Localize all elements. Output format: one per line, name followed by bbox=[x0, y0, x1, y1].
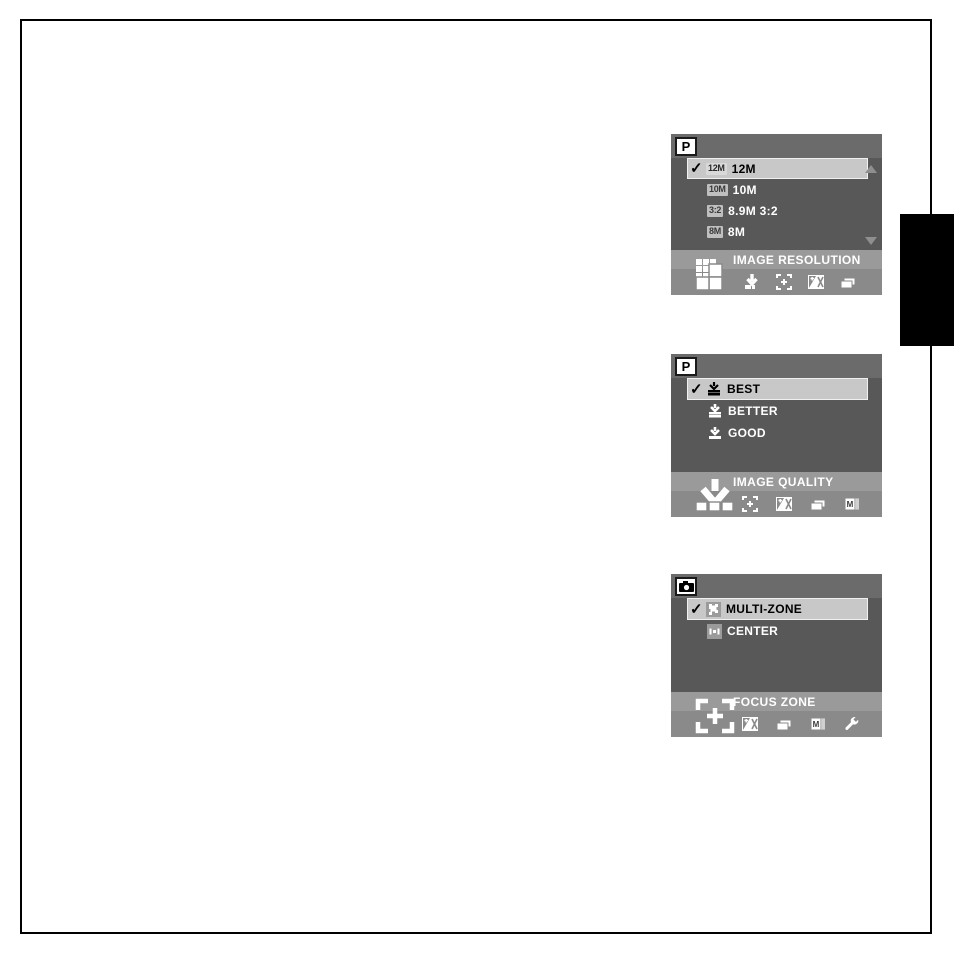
checkmark-icon: ✓ bbox=[690, 600, 703, 618]
resolution-chip-icon: 10M bbox=[707, 183, 728, 196]
panel-title: FOCUS ZONE bbox=[733, 694, 816, 709]
exposure-compensation-icon[interactable] bbox=[741, 715, 759, 733]
multi-zone-icon bbox=[706, 601, 721, 617]
list-item-label: 8M bbox=[727, 224, 746, 239]
list-item-label: CENTER bbox=[727, 624, 779, 638]
quality-best-icon bbox=[706, 381, 722, 397]
scroll-down-arrow-icon[interactable] bbox=[865, 237, 877, 245]
lcd-header: P bbox=[671, 354, 882, 378]
resolution-chip-icon: 12M bbox=[706, 162, 727, 175]
list-item[interactable]: CENTER bbox=[689, 620, 866, 642]
svg-text:M: M bbox=[847, 500, 854, 509]
setup-wrench-icon[interactable] bbox=[843, 715, 861, 733]
lcd-panel-image-quality: P ✓ BEST BETTER GOOD IMAGE QUALITY M bbox=[671, 354, 882, 517]
checkmark-icon: ✓ bbox=[690, 380, 703, 398]
exposure-compensation-icon[interactable] bbox=[775, 495, 793, 513]
manual-pages-icon[interactable]: M bbox=[843, 495, 861, 513]
burst-frames-icon[interactable] bbox=[775, 715, 793, 733]
list-item[interactable]: ✓ MULTI-ZONE bbox=[687, 598, 868, 620]
lcd-toolbar bbox=[671, 259, 882, 295]
option-list: ✓ BEST BETTER GOOD bbox=[671, 378, 882, 472]
letter-p-badge: P bbox=[675, 137, 697, 156]
list-item-label: 12M bbox=[731, 161, 756, 176]
lcd-toolbar: M bbox=[671, 479, 882, 517]
manual-pages-icon[interactable]: M bbox=[809, 715, 827, 733]
toolbar-icon-group bbox=[743, 273, 857, 291]
focus-zone-bracket-plus-icon[interactable] bbox=[693, 695, 737, 735]
lcd-header: P bbox=[671, 134, 882, 158]
image-quality-arrow-icon[interactable] bbox=[743, 273, 761, 291]
camera-badge bbox=[675, 577, 697, 596]
image-resolution-grid-icon[interactable] bbox=[693, 253, 737, 293]
focus-zone-bracket-icon[interactable] bbox=[741, 495, 759, 513]
page-side-tab bbox=[900, 214, 954, 346]
checkmark-icon: ✓ bbox=[690, 160, 703, 177]
list-item[interactable]: BETTER bbox=[689, 400, 866, 422]
list-item[interactable]: GOOD bbox=[689, 422, 866, 444]
lcd-panel-image-resolution: P ✓ 12M 12M 10M 10M 3:2 8.9M 3:2 8M 8M I… bbox=[671, 134, 882, 295]
svg-text:M: M bbox=[813, 720, 820, 729]
exposure-compensation-icon[interactable] bbox=[807, 273, 825, 291]
list-item[interactable]: ✓ 12M 12M bbox=[687, 158, 868, 179]
list-item[interactable]: 10M 10M bbox=[689, 179, 866, 200]
list-item[interactable]: 8M 8M bbox=[689, 221, 866, 242]
panel-title: IMAGE QUALITY bbox=[733, 474, 834, 489]
list-item-label: BETTER bbox=[728, 404, 778, 418]
panel-title: IMAGE RESOLUTION bbox=[733, 252, 861, 267]
toolbar-icon-group: M bbox=[741, 495, 861, 513]
focus-zone-bracket-icon[interactable] bbox=[775, 273, 793, 291]
list-item[interactable]: ✓ BEST bbox=[687, 378, 868, 400]
image-quality-arrow-bars-icon[interactable] bbox=[693, 475, 737, 515]
lcd-header bbox=[671, 574, 882, 598]
center-zone-icon bbox=[707, 623, 722, 639]
scroll-up-arrow-icon[interactable] bbox=[865, 165, 877, 173]
list-item[interactable]: 3:2 8.9M 3:2 bbox=[689, 200, 866, 221]
list-item-label: MULTI-ZONE bbox=[726, 602, 803, 616]
list-item-label: 10M bbox=[732, 182, 757, 197]
lcd-toolbar: M bbox=[671, 698, 882, 737]
list-item-label: GOOD bbox=[728, 426, 766, 440]
burst-frames-icon[interactable] bbox=[839, 273, 857, 291]
toolbar-icon-group: M bbox=[741, 715, 861, 733]
resolution-chip-icon: 8M bbox=[707, 225, 723, 238]
letter-p-badge: P bbox=[675, 357, 697, 376]
list-item-label: BEST bbox=[727, 382, 761, 396]
quality-better-icon bbox=[707, 403, 723, 419]
option-list: ✓ MULTI-ZONE CENTER bbox=[671, 598, 882, 692]
burst-frames-icon[interactable] bbox=[809, 495, 827, 513]
list-item-label: 8.9M 3:2 bbox=[728, 203, 778, 218]
resolution-chip-icon: 3:2 bbox=[707, 204, 724, 217]
option-list: ✓ 12M 12M 10M 10M 3:2 8.9M 3:2 8M 8M bbox=[671, 158, 882, 250]
lcd-panel-focus-zone: ✓ MULTI-ZONE CENTER FOCUS ZONE M bbox=[671, 574, 882, 737]
quality-good-icon bbox=[707, 425, 723, 441]
